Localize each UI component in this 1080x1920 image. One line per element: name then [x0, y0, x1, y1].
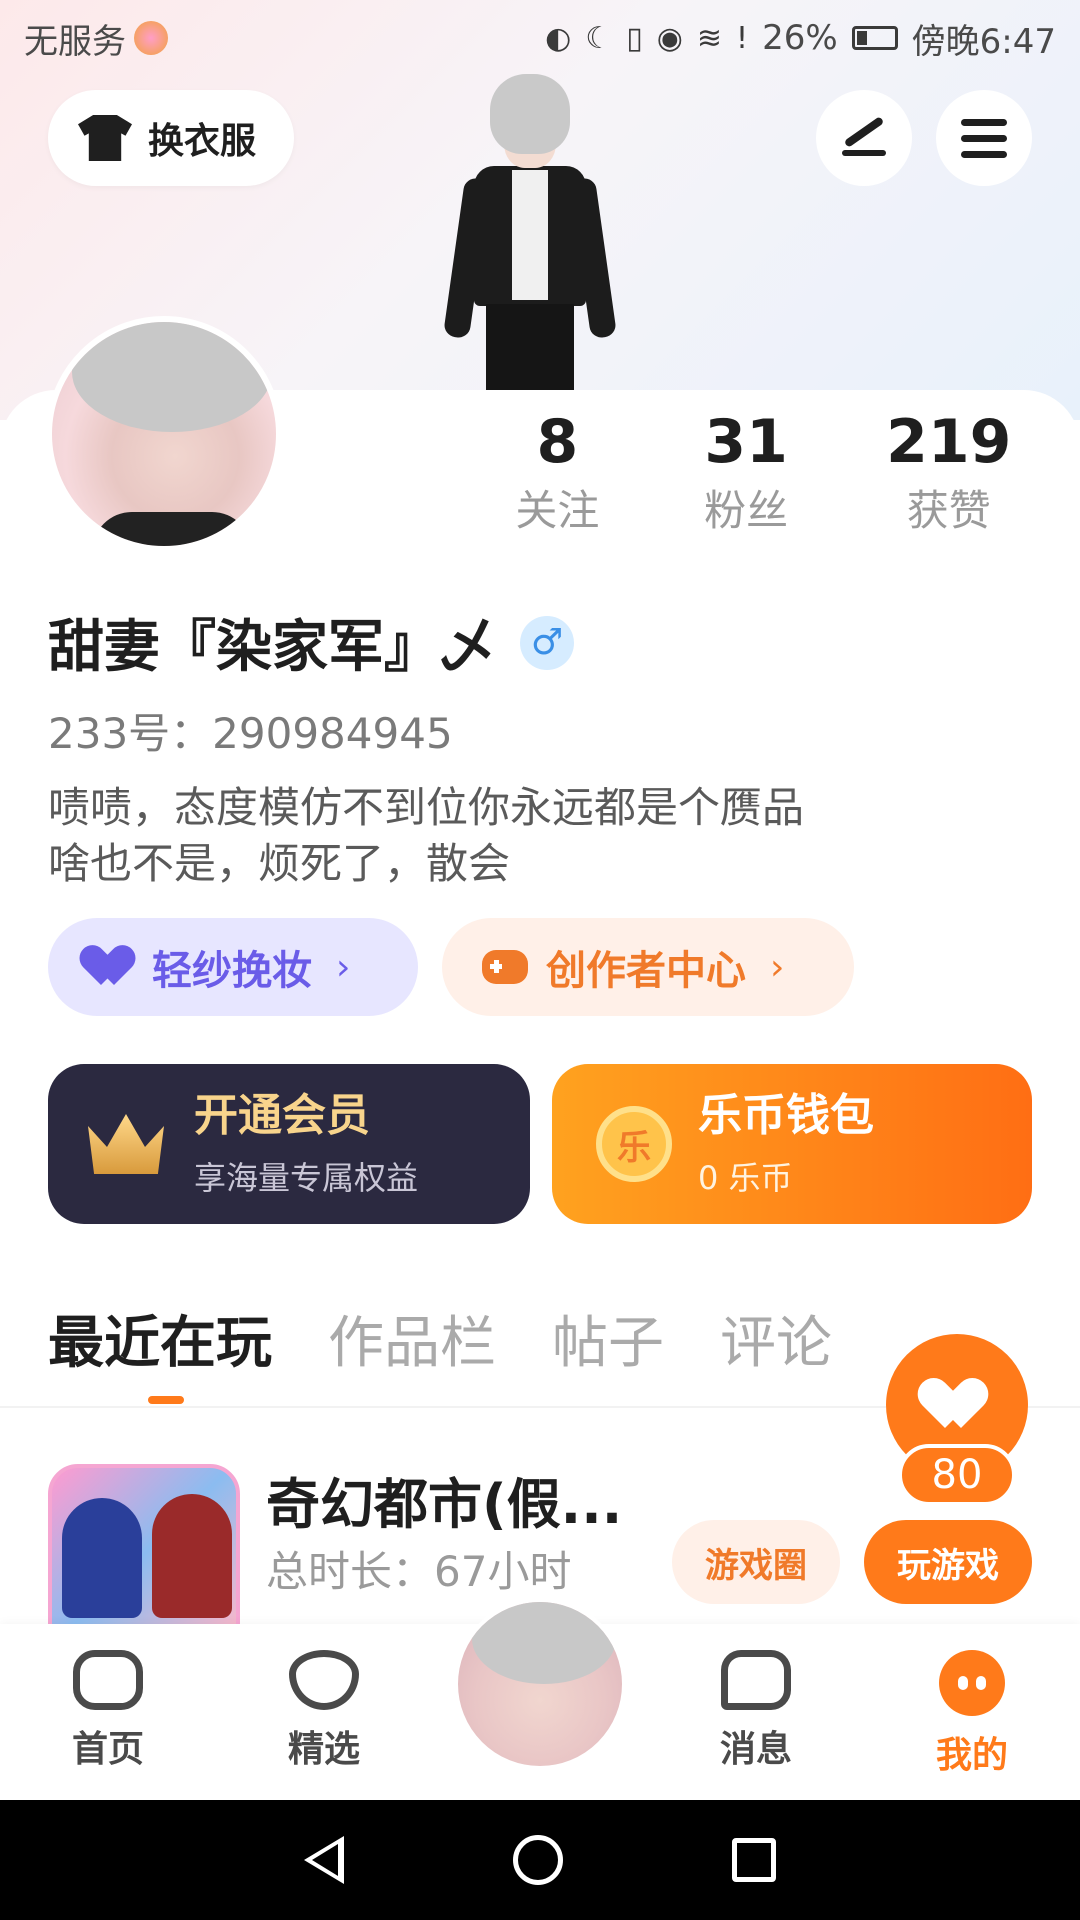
- creator-center-chip[interactable]: 创作者中心 ›: [442, 918, 854, 1016]
- stat-label: 关注: [515, 486, 600, 535]
- hamburger-icon: [961, 118, 1007, 158]
- clock: 傍晚6:47: [911, 21, 1056, 62]
- nav-home[interactable]: 首页: [38, 1650, 178, 1772]
- crown-icon: [88, 1114, 164, 1174]
- heart-icon: [88, 947, 134, 987]
- wallet-balance: 0 乐币: [698, 1159, 793, 1197]
- vibrate-icon: ▯: [626, 20, 643, 56]
- eye-icon: ◉: [656, 20, 683, 56]
- avatar-character[interactable]: [440, 74, 620, 390]
- stat-label: 获赞: [906, 486, 991, 535]
- male-icon: ♂: [520, 615, 574, 670]
- pen-icon: [843, 116, 885, 148]
- stat-likes[interactable]: 219 获赞: [847, 404, 1050, 542]
- app-notification-icon: [134, 21, 168, 55]
- back-icon[interactable]: [304, 1836, 345, 1884]
- battery-icon: [851, 26, 898, 50]
- change-outfit-label: 换衣服: [148, 121, 257, 162]
- chevron-right-icon: ›: [770, 946, 785, 988]
- vip-membership-card[interactable]: 开通会员 享海量专属权益: [48, 1064, 530, 1224]
- stat-value: 31: [704, 407, 788, 477]
- nav-featured[interactable]: 精选: [254, 1650, 394, 1772]
- stat-label: 粉丝: [704, 486, 789, 535]
- nav-label: 首页: [71, 1729, 144, 1770]
- nav-mine[interactable]: 我的: [902, 1650, 1042, 1778]
- like-count: 80: [898, 1444, 1016, 1506]
- wifi-icon: ≋: [696, 20, 723, 56]
- menu-button[interactable]: [936, 90, 1032, 186]
- makeup-chip-label: 轻纱挽妆: [152, 948, 312, 994]
- vip-title: 开通会员: [194, 1090, 370, 1141]
- user-id[interactable]: 233号：290984945: [48, 700, 453, 761]
- bio-line: 啧啧，态度模仿不到位你永远都是个赝品: [48, 783, 805, 832]
- play-game-button[interactable]: 玩游戏: [864, 1520, 1032, 1604]
- chat-bubble-icon: [721, 1650, 791, 1710]
- tab-comments[interactable]: 评论: [720, 1306, 832, 1382]
- edit-profile-button[interactable]: [816, 90, 912, 186]
- status-bar: 无服务 ◐ ☾ ▯ ◉ ≋ ! 26% 傍晚6:47: [0, 0, 1080, 76]
- heart-icon: [289, 1650, 359, 1710]
- gamepad-icon: [482, 950, 528, 984]
- wallet-title: 乐币钱包: [698, 1090, 874, 1141]
- home-icon[interactable]: [512, 1835, 563, 1885]
- username: 甜妻『染家军』乄: [48, 615, 496, 680]
- heart-icon: [929, 1380, 985, 1430]
- nav-label: 精选: [287, 1729, 360, 1770]
- shirt-icon: [78, 115, 132, 161]
- moon-icon: ☾: [585, 20, 613, 56]
- nav-messages[interactable]: 消息: [686, 1650, 826, 1772]
- avatar[interactable]: [46, 316, 282, 552]
- coin-icon: 乐: [596, 1106, 672, 1182]
- system-navigation-bar: [0, 1800, 1080, 1920]
- profile-tabs: 最近在玩 作品栏 帖子 评论: [48, 1306, 832, 1382]
- center-avatar-button[interactable]: [454, 1598, 626, 1770]
- game-icon[interactable]: [48, 1464, 240, 1644]
- name-row: 甜妻『染家军』乄 ♂: [48, 602, 574, 683]
- stat-value: 8: [536, 407, 579, 477]
- tab-indicator: [148, 1396, 184, 1404]
- face-icon: [939, 1650, 1005, 1716]
- tab-works[interactable]: 作品栏: [328, 1306, 496, 1382]
- nav-label: 我的: [935, 1735, 1008, 1776]
- game-title[interactable]: 奇幻都市(假...: [266, 1460, 622, 1539]
- recents-icon[interactable]: [731, 1838, 776, 1882]
- gamepad-icon: [73, 1650, 143, 1710]
- stat-following[interactable]: 8 关注: [470, 404, 645, 542]
- makeup-chip[interactable]: 轻纱挽妆 ›: [48, 918, 418, 1016]
- hd-icon: ◐: [545, 20, 572, 56]
- creator-center-label: 创作者中心: [546, 948, 746, 994]
- profile-stats: 8 关注 31 粉丝 219 获赞: [470, 404, 1050, 542]
- carrier-text: 无服务: [24, 21, 126, 62]
- change-outfit-button[interactable]: 换衣服: [48, 90, 294, 186]
- chevron-right-icon: ›: [336, 946, 351, 988]
- battery-percent: 26%: [762, 18, 838, 58]
- nav-label: 消息: [719, 1729, 792, 1770]
- stat-value: 219: [886, 407, 1012, 477]
- game-playtime: 总时长：67小时: [266, 1547, 572, 1596]
- tab-recent[interactable]: 最近在玩: [48, 1306, 272, 1382]
- game-circle-button[interactable]: 游戏圈: [672, 1520, 840, 1604]
- wallet-card[interactable]: 乐 乐币钱包 0 乐币: [552, 1064, 1032, 1224]
- alert-icon: !: [736, 20, 749, 56]
- vip-subtitle: 享海量专属权益: [194, 1159, 419, 1197]
- tab-posts[interactable]: 帖子: [552, 1306, 664, 1382]
- stat-followers[interactable]: 31 粉丝: [645, 404, 848, 542]
- bio-line: 啥也不是，烦死了，散会: [48, 839, 511, 888]
- bio: 啧啧，态度模仿不到位你永远都是个赝品 啥也不是，烦死了，散会: [48, 780, 1008, 892]
